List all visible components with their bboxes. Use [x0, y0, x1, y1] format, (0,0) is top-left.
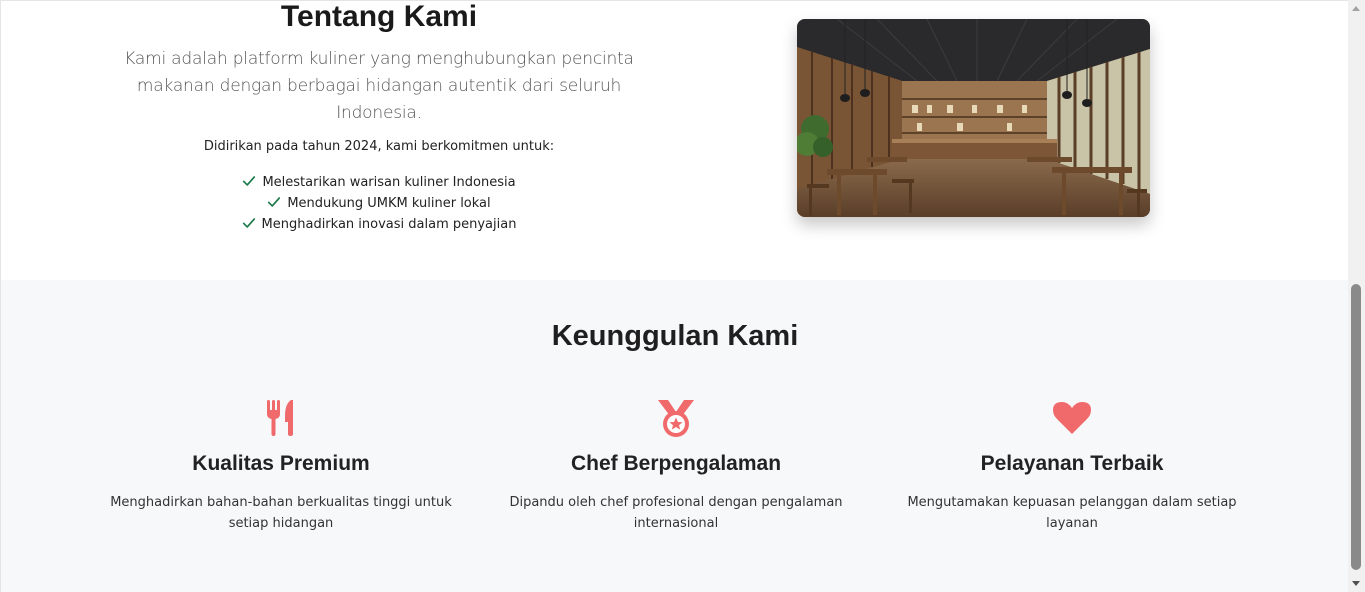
feature-card-quality: Kualitas Premium Menghadirkan bahan-baha…	[101, 398, 461, 534]
feature-title: Chef Berpengalaman	[570, 452, 782, 475]
medal-icon	[658, 400, 694, 437]
page-viewport: Tentang Kami Kami adalah platform kuline…	[0, 0, 1348, 592]
heart-icon	[1053, 402, 1091, 434]
about-description: Kami adalah platform kuliner yang menghu…	[124, 49, 634, 123]
feature-description: Menghadirkan bahan-bahan berkualitas tin…	[110, 495, 452, 531]
commitment-label: Menghadirkan inovasi dalam penyajian	[261, 217, 517, 232]
commitment-list: Melestarikan warisan kuliner Indonesia M…	[109, 172, 649, 235]
feature-description: Dipandu oleh chef profesional dengan pen…	[509, 495, 843, 531]
about-founded-text: Didirikan pada tahun 2024, kami berkomit…	[203, 139, 555, 154]
commitment-item: Mendukung UMKM kuliner lokal	[109, 193, 649, 214]
check-icon	[243, 176, 256, 186]
check-icon	[268, 197, 281, 207]
scrollbar-thumb[interactable]	[1351, 284, 1361, 570]
feature-title: Pelayanan Terbaik	[980, 452, 1164, 475]
commitment-label: Mendukung UMKM kuliner lokal	[287, 196, 491, 211]
restaurant-interior-image	[797, 19, 1150, 217]
feature-title: Kualitas Premium	[192, 452, 370, 475]
features-section: Keunggulan Kami Kualitas Premium Menghad…	[1, 280, 1348, 592]
about-text-block: Tentang Kami Kami adalah platform kuline…	[109, 0, 649, 235]
about-section: Tentang Kami Kami adalah platform kuline…	[1, 1, 1348, 280]
feature-description: Mengutamakan kepuasan pelanggan dalam se…	[907, 495, 1237, 531]
commitment-label: Melestarikan warisan kuliner Indonesia	[262, 175, 516, 190]
utensils-icon	[267, 400, 293, 436]
feature-card-service: Pelayanan Terbaik Mengutamakan kepuasan …	[892, 398, 1252, 534]
scroll-up-arrow-icon[interactable]	[1352, 6, 1360, 11]
check-icon	[242, 218, 255, 228]
about-title: Tentang Kami	[280, 0, 478, 33]
commitment-item: Melestarikan warisan kuliner Indonesia	[109, 172, 649, 193]
features-title: Keunggulan Kami	[551, 320, 799, 352]
feature-card-chef: Chef Berpengalaman Dipandu oleh chef pro…	[496, 398, 856, 534]
scroll-down-arrow-icon[interactable]	[1352, 581, 1360, 586]
commitment-item: Menghadirkan inovasi dalam penyajian	[109, 214, 649, 235]
vertical-scrollbar[interactable]	[1348, 0, 1365, 592]
restaurant-illustration	[797, 19, 1150, 217]
